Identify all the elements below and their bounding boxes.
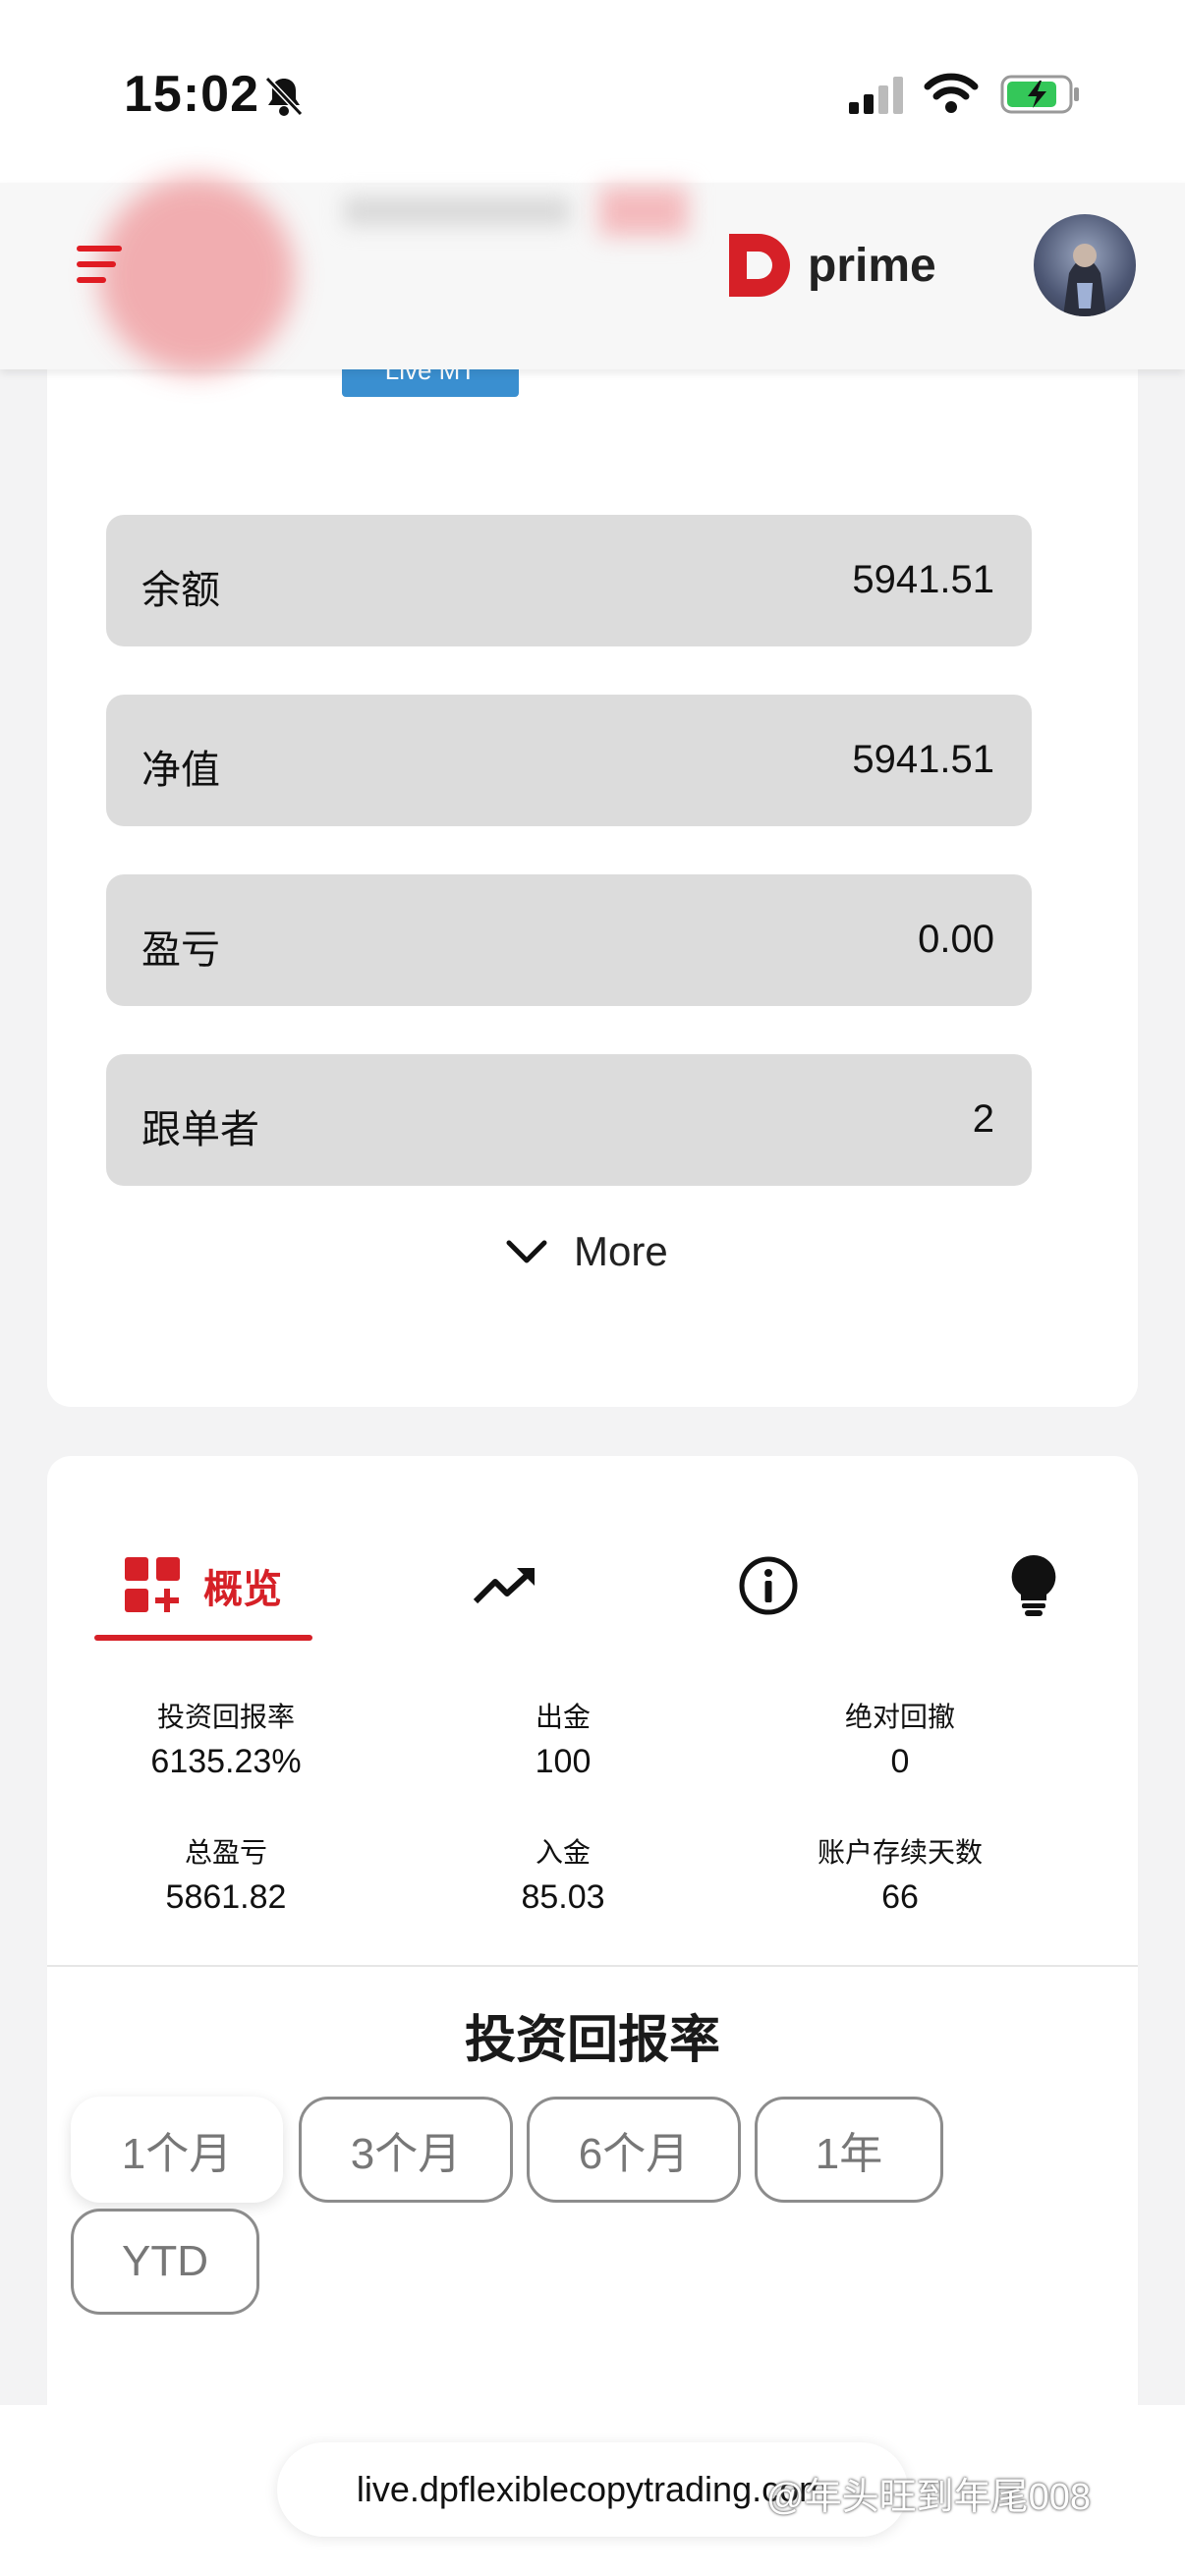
stat-value: 0.00 bbox=[918, 918, 994, 961]
metric-value: 66 bbox=[881, 1878, 919, 1916]
metric-deposit: 入金 85.03 bbox=[416, 1831, 710, 1917]
tab-overview-label: 概览 bbox=[203, 1568, 282, 1611]
period-1m-button[interactable]: 1个月 bbox=[71, 2097, 283, 2203]
tab-overview[interactable]: 概览 bbox=[94, 1529, 312, 1643]
more-toggle[interactable]: More bbox=[505, 1228, 668, 1275]
metric-label: 账户存续天数 bbox=[817, 1837, 983, 1868]
active-tab-indicator bbox=[94, 1635, 312, 1641]
overview-grid-icon bbox=[125, 1557, 180, 1612]
metric-value: 0 bbox=[890, 1743, 910, 1780]
metric-label: 投资回报率 bbox=[156, 1702, 295, 1732]
trend-up-icon bbox=[474, 1568, 535, 1604]
metric-value: 6135.23% bbox=[150, 1743, 302, 1780]
period-3m-button[interactable]: 3个月 bbox=[299, 2097, 513, 2203]
pnl-row: 盈亏 0.00 bbox=[106, 874, 1032, 1006]
user-avatar[interactable] bbox=[1034, 214, 1136, 316]
period-ytd-button[interactable]: YTD bbox=[71, 2209, 259, 2315]
period-6m-button[interactable]: 6个月 bbox=[527, 2097, 741, 2203]
blurred-profile-avatar bbox=[98, 177, 295, 373]
stat-label: 盈亏 bbox=[141, 928, 220, 972]
metric-value: 85.03 bbox=[521, 1878, 605, 1916]
metric-roi: 投资回报率 6135.23% bbox=[79, 1696, 373, 1781]
tab-insights[interactable] bbox=[975, 1529, 1093, 1643]
bell-muted-icon bbox=[263, 75, 305, 123]
metric-value: 100 bbox=[535, 1743, 592, 1780]
equity-row: 净值 5941.51 bbox=[106, 695, 1032, 826]
dp-logo-icon bbox=[729, 234, 790, 297]
wifi-icon bbox=[924, 71, 979, 119]
stat-value: 2 bbox=[972, 1097, 994, 1141]
stat-value: 5941.51 bbox=[852, 738, 994, 781]
tab-info[interactable] bbox=[709, 1529, 827, 1643]
blurred-profile-name bbox=[344, 196, 570, 226]
watermark-text: @年头旺到年尾008 bbox=[766, 2477, 1091, 2518]
chevron-down-icon bbox=[506, 1240, 547, 1263]
period-1y-button[interactable]: 1年 bbox=[755, 2097, 943, 2203]
blurred-profile-badge bbox=[599, 187, 688, 236]
stat-value: 5941.51 bbox=[852, 558, 994, 601]
battery-charging-icon bbox=[1000, 75, 1081, 119]
metric-value: 5861.82 bbox=[165, 1878, 287, 1916]
followers-row: 跟单者 2 bbox=[106, 1054, 1032, 1186]
metric-label: 绝对回撤 bbox=[844, 1702, 955, 1732]
stat-label: 余额 bbox=[141, 569, 220, 612]
chart-title: 投资回报率 bbox=[464, 2012, 720, 2069]
more-label: More bbox=[574, 1228, 668, 1274]
metric-drawdown: 绝对回撤 0 bbox=[753, 1696, 1047, 1781]
url-text: live.dpflexiblecopytrading.com bbox=[356, 2469, 829, 2509]
metric-label: 入金 bbox=[535, 1837, 591, 1868]
info-icon bbox=[739, 1556, 798, 1615]
lightbulb-icon bbox=[1011, 1554, 1056, 1616]
balance-row: 余额 5941.51 bbox=[106, 515, 1032, 646]
status-time: 15:02 bbox=[124, 66, 259, 123]
cellular-signal-icon bbox=[849, 77, 908, 121]
logo-text: prime bbox=[808, 239, 936, 292]
metric-label: 总盈亏 bbox=[184, 1837, 267, 1868]
section-divider bbox=[47, 1965, 1138, 1967]
tab-trend[interactable] bbox=[446, 1529, 564, 1643]
metric-total-pnl: 总盈亏 5861.82 bbox=[79, 1831, 373, 1917]
hamburger-menu-icon[interactable] bbox=[77, 246, 124, 287]
brand-logo[interactable]: prime bbox=[723, 228, 936, 303]
stat-label: 跟单者 bbox=[141, 1108, 259, 1151]
stat-label: 净值 bbox=[141, 749, 220, 792]
metric-account-age: 账户存续天数 66 bbox=[753, 1831, 1047, 1917]
metric-label: 出金 bbox=[535, 1702, 591, 1732]
metric-withdrawal: 出金 100 bbox=[416, 1696, 710, 1781]
